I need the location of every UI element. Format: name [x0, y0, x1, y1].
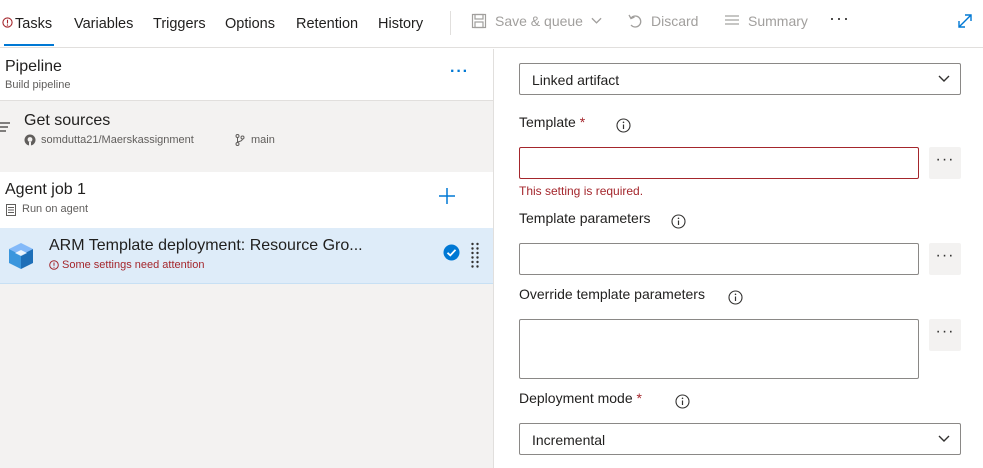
expand-icon[interactable] [956, 12, 974, 30]
arm-task-item[interactable]: ARM Template deployment: Resource Gro...… [0, 228, 493, 284]
sources-icon [0, 122, 10, 132]
repository-name: somdutta21/Maerskassignment [41, 134, 194, 146]
checkmark-icon[interactable] [443, 244, 460, 261]
template-location-select[interactable]: Linked artifact [519, 63, 961, 95]
tab-variables[interactable]: Variables [74, 16, 133, 32]
tab-history[interactable]: History [378, 16, 423, 32]
arm-task-warning: Some settings need attention [62, 259, 205, 271]
template-error-message: This setting is required. [519, 184, 644, 198]
warning-icon [49, 260, 59, 270]
deployment-mode-select[interactable]: Incremental [519, 423, 961, 455]
tab-retention[interactable]: Retention [296, 16, 358, 32]
deployment-mode-label: Deployment mode * [519, 390, 642, 406]
template-label-text: Template [519, 114, 576, 130]
agent-job-subtitle: Run on agent [22, 203, 89, 215]
server-icon [6, 204, 16, 216]
summary-label: Summary [748, 13, 808, 29]
template-label: Template * [519, 114, 585, 130]
undo-icon [628, 14, 642, 28]
add-task-icon[interactable] [437, 186, 457, 206]
tab-tasks[interactable]: Tasks [15, 16, 52, 32]
pipeline-subtitle: Build pipeline [5, 79, 71, 91]
toolbar-divider [450, 11, 451, 35]
template-browse-button[interactable]: ··· [929, 147, 961, 179]
template-parameters-browse-button[interactable]: ··· [929, 243, 961, 275]
deployment-mode-value: Incremental [532, 432, 606, 448]
get-sources-title: Get sources [24, 112, 111, 129]
save-queue-label: Save & queue [495, 13, 583, 29]
info-icon[interactable] [616, 118, 631, 133]
info-icon[interactable] [671, 214, 686, 229]
template-parameters-label: Template parameters [519, 210, 651, 226]
branch-name: main [251, 134, 275, 146]
active-tab-indicator [4, 44, 54, 46]
tab-options[interactable]: Options [225, 16, 275, 32]
required-marker: * [579, 114, 586, 130]
override-parameters-browse-button[interactable]: ··· [929, 319, 961, 351]
discard-button[interactable]: Discard [627, 13, 698, 29]
list-icon [725, 15, 739, 25]
save-icon [471, 13, 487, 29]
template-input[interactable] [519, 147, 919, 179]
chevron-down-icon [938, 435, 950, 442]
override-parameters-label: Override template parameters [519, 286, 705, 302]
arm-task-title: ARM Template deployment: Resource Gro... [49, 237, 363, 254]
discard-label: Discard [651, 13, 699, 29]
summary-button[interactable]: Summary [724, 13, 808, 29]
tab-triggers[interactable]: Triggers [153, 16, 206, 32]
chevron-down-icon [938, 75, 950, 82]
chevron-down-icon [591, 17, 602, 24]
info-icon[interactable] [675, 394, 690, 409]
more-actions-button[interactable]: ··· [829, 8, 850, 29]
required-marker: * [636, 390, 642, 406]
github-icon [24, 134, 36, 146]
pipeline-item[interactable]: Pipeline Build pipeline ··· [0, 49, 493, 101]
arm-cube-icon [9, 243, 33, 269]
save-queue-button[interactable]: Save & queue [471, 13, 602, 29]
override-parameters-textarea[interactable] [519, 319, 919, 379]
task-list-pane: Pipeline Build pipeline ··· Get sources … [0, 49, 493, 468]
info-icon[interactable] [728, 290, 743, 305]
deployment-mode-label-text: Deployment mode [519, 390, 633, 406]
drag-handle-icon[interactable] [470, 242, 480, 269]
toolbar: Tasks Variables Triggers Options Retenti… [0, 0, 983, 48]
get-sources-item[interactable]: Get sources somdutta21/Maerskassignment … [0, 102, 493, 172]
error-icon [2, 17, 13, 28]
agent-job-title: Agent job 1 [5, 181, 86, 198]
template-parameters-input[interactable] [519, 243, 919, 275]
pipeline-title: Pipeline [5, 58, 62, 75]
branch-icon [235, 134, 245, 146]
task-settings-pane: Linked artifact Template * ··· This sett… [494, 49, 983, 468]
template-location-value: Linked artifact [532, 72, 620, 88]
agent-job-item[interactable]: Agent job 1 Run on agent [0, 172, 493, 228]
pipeline-more-button[interactable]: ··· [450, 63, 469, 81]
